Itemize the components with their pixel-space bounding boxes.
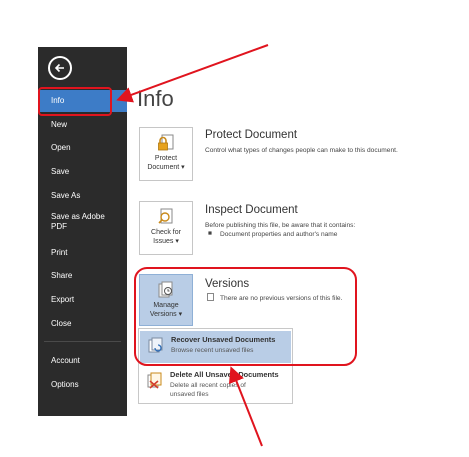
inspect-bullet-text: Document properties and author's name bbox=[220, 231, 338, 238]
check-issues-label-2: Issues ▾ bbox=[153, 238, 179, 245]
sidebar-item-print[interactable]: Print bbox=[38, 242, 127, 264]
recover-item-title: Recover Unsaved Documents bbox=[171, 335, 276, 344]
delete-item-description: Delete all recent copies of unsaved files bbox=[170, 382, 246, 398]
sidebar-item-info[interactable]: Info bbox=[38, 90, 127, 112]
recover-unsaved-documents-item[interactable]: Recover Unsaved Documents Browse recent … bbox=[140, 331, 291, 363]
versions-description: There are no previous versions of this f… bbox=[220, 295, 343, 302]
sidebar-item-save-as-adobe-pdf[interactable]: Save as Adobe PDF bbox=[38, 210, 118, 236]
sidebar-divider bbox=[44, 341, 121, 342]
sidebar-item-share[interactable]: Share bbox=[38, 265, 127, 287]
bullet-marker: ■ bbox=[208, 230, 212, 237]
delete-document-icon bbox=[147, 372, 162, 389]
inspect-document-icon bbox=[158, 208, 173, 224]
inspect-document-title: Inspect Document bbox=[205, 204, 298, 216]
protect-button-label-2: Document ▾ bbox=[147, 164, 185, 171]
versions-title: Versions bbox=[205, 278, 250, 290]
back-button[interactable] bbox=[48, 56, 72, 80]
sidebar-item-save-as[interactable]: Save As bbox=[38, 185, 127, 207]
page-title: Info bbox=[137, 86, 174, 111]
sidebar-item-open[interactable]: Open bbox=[38, 137, 127, 159]
sidebar-item-new[interactable]: New bbox=[38, 114, 127, 136]
check-for-issues-button[interactable]: Check for Issues ▾ bbox=[139, 201, 193, 255]
lock-document-icon bbox=[158, 134, 174, 151]
version-file-icon bbox=[207, 293, 214, 301]
protect-document-description: Control what types of changes people can… bbox=[205, 147, 398, 154]
recover-item-description: Browse recent unsaved files bbox=[171, 347, 254, 354]
backstage-sidebar: Info New Open Save Save As Save as Adobe… bbox=[38, 47, 127, 416]
back-arrow-icon bbox=[54, 63, 64, 73]
manage-versions-menu: Recover Unsaved Documents Browse recent … bbox=[138, 328, 293, 404]
delete-unsaved-documents-item[interactable]: Delete All Unsaved Documents Delete all … bbox=[139, 366, 292, 402]
inspect-document-description: Before publishing this file, be aware th… bbox=[205, 222, 356, 229]
manage-versions-label-1: Manage bbox=[153, 302, 179, 309]
recover-document-icon bbox=[148, 337, 163, 353]
check-issues-label-1: Check for bbox=[151, 229, 181, 236]
delete-item-title: Delete All Unsaved Documents bbox=[170, 370, 279, 379]
sidebar-item-options[interactable]: Options bbox=[38, 374, 127, 396]
sidebar-item-save[interactable]: Save bbox=[38, 161, 127, 183]
manage-versions-label-2: Versions ▾ bbox=[149, 311, 183, 318]
sidebar-item-close[interactable]: Close bbox=[38, 313, 127, 335]
protect-document-title: Protect Document bbox=[205, 129, 298, 141]
sidebar-item-export[interactable]: Export bbox=[38, 289, 127, 311]
manage-versions-icon bbox=[158, 281, 173, 298]
protect-document-button[interactable]: Protect Document ▾ bbox=[139, 127, 193, 181]
manage-versions-button[interactable]: Manage Versions ▾ bbox=[139, 274, 193, 326]
protect-button-label-1: Protect bbox=[154, 155, 178, 162]
sidebar-item-account[interactable]: Account bbox=[38, 350, 127, 372]
